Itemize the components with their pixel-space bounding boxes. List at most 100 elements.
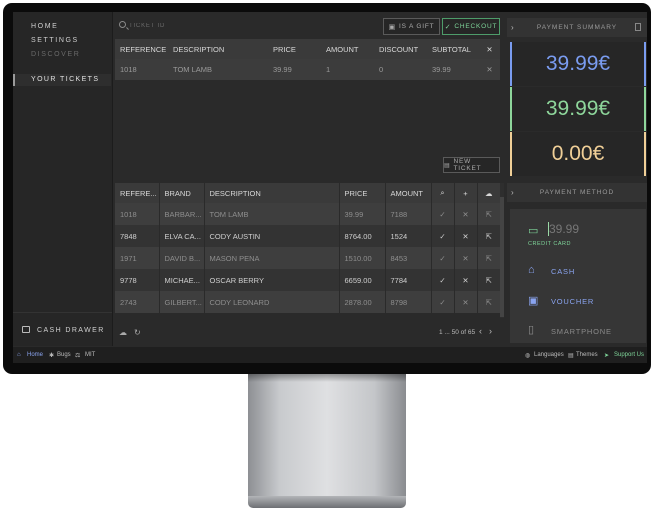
paid-amount-box: 39.99€	[510, 87, 646, 131]
ticket-icon: ▤	[444, 162, 451, 169]
product-table-scrollbar[interactable]	[500, 183, 504, 318]
payment-method-header: › PAYMENT METHOD	[507, 183, 647, 203]
column-header[interactable]: AMOUNT	[321, 39, 374, 59]
license-icon[interactable]: ⚖	[75, 352, 80, 359]
send-icon[interactable]: ➤	[604, 352, 609, 359]
open-icon[interactable]: ⇱	[476, 269, 500, 291]
open-icon[interactable]: ⇱	[476, 225, 500, 247]
change-amount-box: 0.00€	[510, 132, 646, 176]
cash-drawer-button[interactable]: CASH DRAWER	[13, 312, 112, 346]
chevron-left-icon[interactable]: ‹	[479, 326, 482, 336]
smartphone-option[interactable]: SMARTPHONE	[551, 327, 612, 336]
checkout-button[interactable]: ✓ CHECKOUT	[442, 18, 500, 35]
panel-title: PAYMENT METHOD	[539, 189, 615, 196]
globe-icon[interactable]: ◍	[525, 352, 530, 359]
column-header[interactable]: PRICE	[268, 39, 321, 59]
chevron-right-icon[interactable]: ›	[489, 326, 492, 336]
sidebar-item-settings[interactable]: SETTINGS	[31, 37, 79, 44]
refresh-icon[interactable]: ↻	[134, 328, 141, 337]
check-icon[interactable]: ✓	[430, 225, 454, 247]
column-header[interactable]: DESCRIPTION	[168, 39, 268, 59]
monitor-stand	[248, 374, 406, 502]
credit-card-label[interactable]: CREDIT CARD	[528, 241, 571, 247]
search-icon	[119, 21, 126, 28]
bug-icon[interactable]: ✱	[49, 352, 54, 359]
theme-icon[interactable]: ▤	[568, 352, 574, 359]
column-header[interactable]: AMOUNT	[384, 183, 431, 203]
check-icon[interactable]: ✓	[430, 291, 454, 313]
open-icon[interactable]: ⇱	[476, 203, 500, 225]
gift-icon: ▣	[388, 23, 397, 31]
cloud-icon[interactable]: ☁	[476, 183, 500, 203]
credit-card-amount-input[interactable]: 39.99	[549, 222, 579, 236]
check-icon: ✓	[444, 23, 452, 31]
clear-ticket-icon[interactable]: ✕	[479, 39, 500, 59]
payment-methods: ▭ 39.99 CREDIT CARD ⌂ CASH ▣ VOUCHER ▯ S…	[510, 209, 646, 343]
check-icon[interactable]: ✓	[430, 203, 454, 225]
column-header[interactable]: SUBTOTAL	[427, 39, 479, 59]
home-icon[interactable]: ⌂	[17, 352, 21, 358]
remove-row-icon[interactable]: ✕	[479, 59, 500, 80]
open-icon[interactable]: ⇱	[476, 247, 500, 269]
status-license-link[interactable]: MIT	[85, 352, 95, 358]
table-row[interactable]: 1018 TOM LAMB 39.99 1 0 39.99 ✕	[115, 59, 500, 80]
open-icon[interactable]: ⇱	[476, 291, 500, 313]
document-icon[interactable]	[635, 23, 641, 31]
voucher-option[interactable]: VOUCHER	[551, 297, 594, 306]
total-amount: 39.99€	[545, 52, 611, 75]
status-languages-link[interactable]: Languages	[534, 352, 564, 358]
monitor-bezel: HOME SETTINGS DISCOVER YOUR TICKETS CASH…	[3, 3, 651, 374]
app-screen: HOME SETTINGS DISCOVER YOUR TICKETS CASH…	[13, 12, 647, 363]
delete-icon[interactable]: ✕	[453, 291, 477, 313]
column-header[interactable]: DESCRIPTION	[203, 183, 339, 203]
delete-icon[interactable]: ✕	[453, 225, 477, 247]
total-amount-box: 39.99€	[510, 42, 646, 86]
sidebar-item-home[interactable]: HOME	[31, 23, 58, 30]
status-support-link[interactable]: Support Us	[614, 352, 644, 358]
monitor-stand-foot	[248, 496, 406, 508]
tag-icon[interactable]: ⌂	[528, 264, 535, 276]
product-table: REFERE... BRAND DESCRIPTION PRICE AMOUNT…	[115, 183, 500, 313]
status-bugs-link[interactable]: Bugs	[57, 352, 71, 358]
add-icon[interactable]: +	[453, 183, 477, 203]
cash-option[interactable]: CASH	[551, 267, 575, 276]
column-header[interactable]: PRICE	[338, 183, 385, 203]
payment-summary-header: › PAYMENT SUMMARY	[507, 18, 647, 38]
table-row[interactable]: 1018 BARBAR... TOM LAMB 39.99 7188 ✓ ✕ ⇱	[115, 203, 500, 225]
sidebar: HOME SETTINGS DISCOVER YOUR TICKETS CASH…	[13, 12, 113, 346]
panel-title: PAYMENT SUMMARY	[536, 24, 618, 31]
delete-icon[interactable]: ✕	[453, 247, 477, 269]
table-row[interactable]: 7848 ELVA CA... CODY AUSTIN 8764.00 1524…	[115, 225, 500, 247]
upload-icon[interactable]: ☁	[119, 328, 127, 337]
credit-card-icon[interactable]: ▭	[528, 224, 538, 237]
new-ticket-button[interactable]: ▤ NEW TICKET	[443, 157, 500, 173]
is-a-gift-button[interactable]: ▣ IS A GIFT	[383, 18, 440, 35]
table-row[interactable]: 9778 MICHAE... OSCAR BERRY 6659.00 7784 …	[115, 269, 500, 291]
status-home-link[interactable]: Home	[27, 352, 43, 358]
ticket-table: REFERENCE DESCRIPTION PRICE AMOUNT DISCO…	[115, 39, 500, 80]
check-icon[interactable]: ✓	[430, 269, 454, 291]
column-header[interactable]: BRAND	[158, 183, 204, 203]
sidebar-item-your-tickets[interactable]: YOUR TICKETS	[13, 74, 111, 86]
gift-icon[interactable]: ▣	[528, 294, 538, 307]
column-header[interactable]: REFERENCE	[115, 39, 168, 59]
column-header[interactable]: DISCOUNT	[374, 39, 427, 59]
ticket-search-input[interactable]	[129, 19, 309, 32]
monitor: HOME SETTINGS DISCOVER YOUR TICKETS CASH…	[0, 0, 654, 513]
table-row[interactable]: 1971 DAVID B... MASON PENA 1510.00 8453 …	[115, 247, 500, 269]
ticket-table-header: REFERENCE DESCRIPTION PRICE AMOUNT DISCO…	[115, 39, 500, 59]
sidebar-item-discover[interactable]: DISCOVER	[31, 51, 80, 58]
column-header[interactable]: REFERE...	[115, 183, 159, 203]
status-themes-link[interactable]: Themes	[576, 352, 598, 358]
delete-icon[interactable]: ✕	[453, 203, 477, 225]
paid-amount: 39.99€	[545, 97, 611, 120]
scrollbar-thumb[interactable]	[500, 197, 504, 317]
delete-icon[interactable]: ✕	[453, 269, 477, 291]
search-icon[interactable]: ⌕	[430, 183, 454, 203]
cash-drawer-label: CASH DRAWER	[37, 327, 105, 334]
product-table-header: REFERE... BRAND DESCRIPTION PRICE AMOUNT…	[115, 183, 500, 203]
check-icon[interactable]: ✓	[430, 247, 454, 269]
status-bar: ⌂ Home ✱ Bugs ⚖ MIT ◍ Languages ▤ Themes…	[13, 347, 647, 363]
smartphone-icon[interactable]: ▯	[528, 323, 534, 336]
table-row[interactable]: 2743 GILBERT... CODY LEONARD 2878.00 879…	[115, 291, 500, 313]
